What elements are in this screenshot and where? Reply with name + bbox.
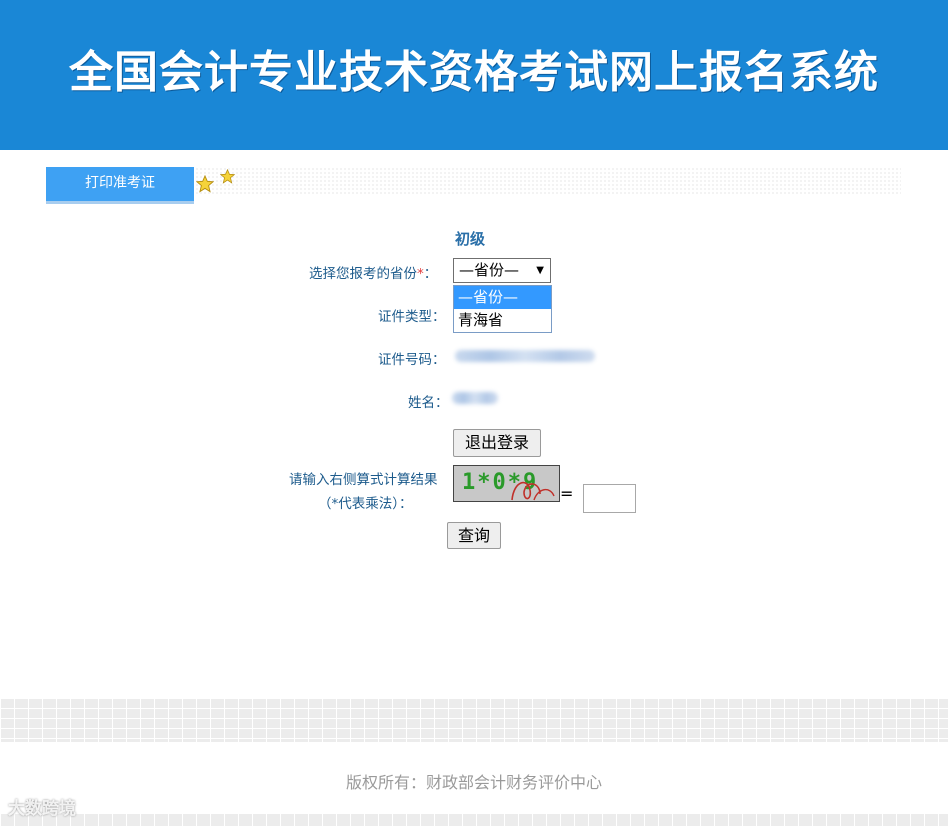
- star-icon: [196, 175, 214, 193]
- name-value-redacted: [452, 392, 498, 404]
- captcha-label-line1: 请输入右侧算式计算结果: [289, 472, 438, 488]
- required-mark: *: [417, 266, 424, 282]
- id-number-label: 证件号码：: [378, 352, 446, 368]
- province-select-value: —省份—: [459, 261, 520, 279]
- province-label-text: 选择您报考的省份: [309, 266, 417, 282]
- tab-bar-background: [195, 167, 901, 195]
- captcha-label-text: （*代表乘法）：: [318, 496, 413, 512]
- dropdown-arrow-icon: ▼: [536, 265, 544, 276]
- logout-button[interactable]: 退出登录: [453, 429, 541, 457]
- watermark: 大数跨境: [8, 799, 76, 819]
- query-button[interactable]: 查询: [447, 522, 501, 549]
- captcha-label-line2: （*代表乘法）：: [318, 492, 413, 512]
- tab-print-admission-ticket[interactable]: 打印准考证: [46, 167, 194, 201]
- province-option[interactable]: —省份—: [454, 286, 551, 309]
- province-label: 选择您报考的省份*：: [309, 262, 437, 282]
- province-select[interactable]: —省份— ▼: [453, 258, 551, 283]
- header-banner: 全国会计专业技术资格考试网上报名系统: [0, 0, 948, 150]
- footer-copyright: 版权所有：财政部会计财务评价中心: [345, 773, 602, 792]
- province-dropdown-list: —省份— 青海省: [453, 285, 552, 333]
- id-type-label: 证件类型：: [378, 309, 446, 325]
- label-colon: ：: [423, 266, 438, 282]
- province-option[interactable]: 青海省: [454, 309, 551, 332]
- captcha-noise-icon: [511, 481, 555, 501]
- star-icon: [220, 169, 235, 184]
- equals-sign: =: [560, 484, 574, 503]
- footer-pattern-band: [0, 698, 948, 742]
- captcha-answer-input[interactable]: [583, 484, 636, 513]
- captcha-image: 1*0*9: [453, 465, 560, 502]
- page-title: 全国会计专业技术资格考试网上报名系统: [69, 47, 879, 98]
- name-label: 姓名：: [408, 395, 449, 411]
- id-number-value-redacted: [455, 350, 595, 362]
- footer-pattern-band-bottom: [0, 814, 948, 826]
- exam-level-title: 初级: [455, 230, 486, 248]
